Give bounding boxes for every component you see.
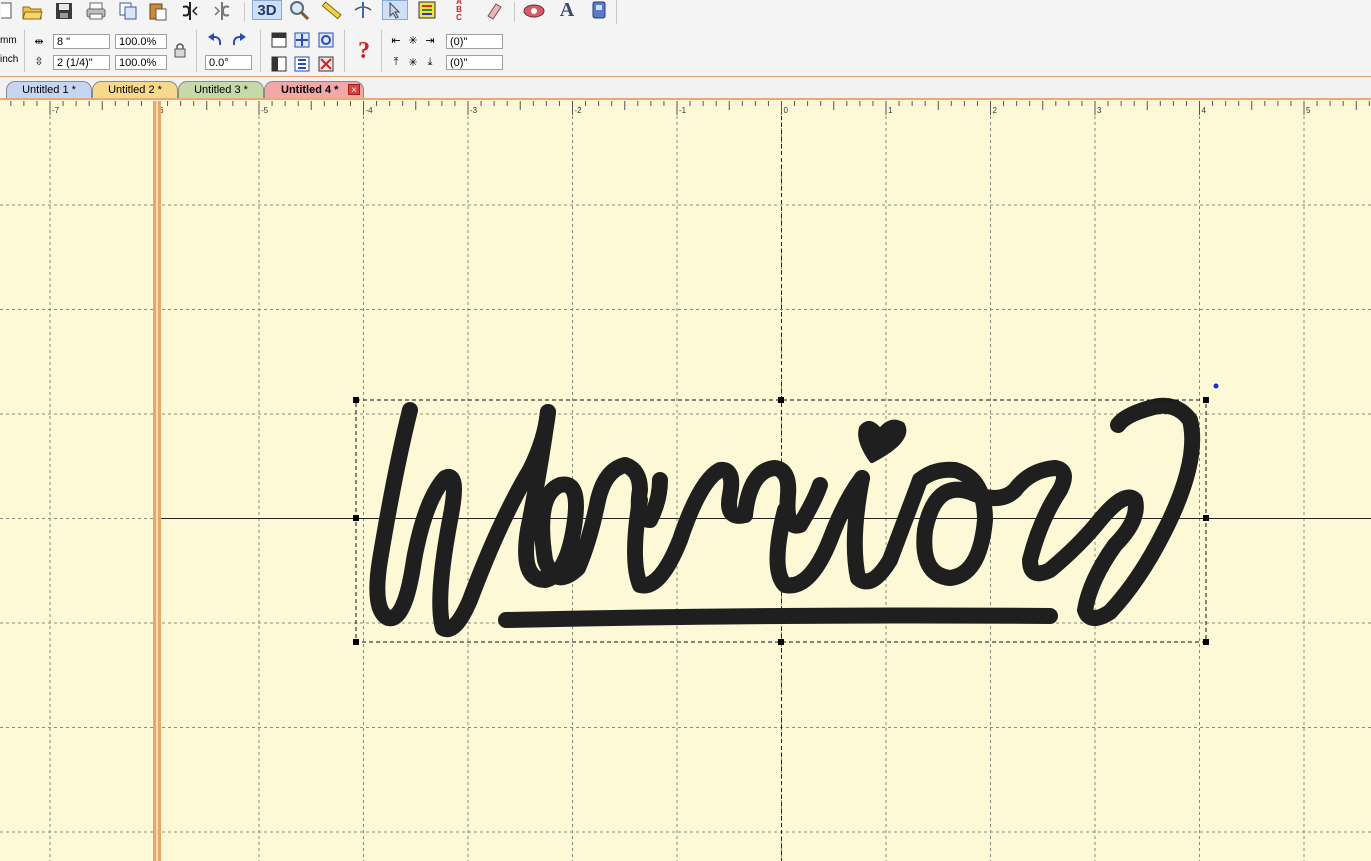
zoom-icon[interactable] (286, 0, 312, 20)
handle-bottom-left[interactable] (353, 639, 359, 645)
new-file-icon[interactable] (0, 0, 14, 20)
width-arrows-icon: ⇹ (34, 35, 44, 48)
rotate-handle[interactable] (1213, 383, 1219, 389)
align-top-edge-icon[interactable]: ⤒ (388, 54, 404, 70)
tab-untitled-4-label: Untitled 4 * (281, 84, 339, 96)
ruler-label: 3 (1097, 106, 1102, 115)
copy-icon[interactable] (116, 0, 140, 22)
abc-spell-icon[interactable]: ABC (446, 0, 472, 22)
ruler-label: -3 (470, 106, 478, 115)
help-label: ? (358, 38, 370, 64)
width-percent-field[interactable]: 100.0% (115, 34, 167, 49)
list-align-icon[interactable] (292, 54, 312, 74)
help-button[interactable]: ? (352, 30, 376, 72)
align-right-edge-icon[interactable]: ⇥ (422, 32, 438, 48)
properties-toolbar: mm inch ⇹ ⇳ 8 " 2 (1/4)" 100.0% 100.0% 0… (0, 26, 1371, 77)
rotate-right-icon[interactable] (228, 30, 250, 50)
handle-top-right[interactable] (1203, 397, 1209, 403)
align-top-icon[interactable] (269, 30, 289, 50)
tab-close-button[interactable]: × (348, 84, 360, 96)
fit-to-hoop-icon[interactable] (316, 30, 336, 50)
view-3d-label: 3D (257, 1, 277, 19)
design-canvas[interactable]: -7-6-5-4-3-2-1012345 (0, 100, 1371, 861)
width-field[interactable]: 8 " (53, 34, 110, 49)
align-v-center-icon[interactable]: ✳ (405, 54, 421, 70)
text-tool-icon[interactable]: A (554, 0, 580, 21)
view-3d-button[interactable]: 3D (252, 0, 282, 20)
handle-top-left[interactable] (353, 397, 359, 403)
align-left-icon[interactable] (269, 54, 289, 74)
handle-bottom-center[interactable] (778, 639, 784, 645)
ruler-label: -4 (366, 106, 374, 115)
cut-icon[interactable] (316, 54, 336, 74)
handle-middle-left[interactable] (353, 515, 359, 521)
height-arrows-icon: ⇳ (34, 55, 44, 68)
align-h-center-icon[interactable]: ✳ (405, 32, 421, 48)
ruler-label: -7 (52, 106, 60, 115)
align-left-edge-icon[interactable]: ⇤ (388, 32, 404, 48)
center-icon[interactable] (292, 30, 312, 50)
handle-middle-right[interactable] (1203, 515, 1209, 521)
ruler-label: 4 (1202, 106, 1207, 115)
lock-ratio-icon[interactable] (172, 41, 188, 59)
needle-icon[interactable] (350, 0, 376, 20)
rotate-left-icon[interactable] (204, 30, 226, 50)
open-folder-icon[interactable] (20, 0, 44, 22)
ruler-label: -5 (261, 106, 269, 115)
ruler-label: 0 (784, 106, 789, 115)
measure-icon[interactable] (318, 0, 344, 20)
machine-icon[interactable] (520, 0, 548, 20)
paste-icon[interactable] (146, 0, 170, 22)
offset-x-field[interactable]: (0)" (446, 34, 503, 49)
tab-untitled-1[interactable]: Untitled 1 * (6, 81, 92, 98)
eraser-icon[interactable] (480, 0, 506, 20)
ruler-label: 5 (1306, 106, 1311, 115)
mirror-vertical-icon[interactable] (210, 0, 234, 22)
print-icon[interactable] (84, 0, 108, 22)
ruler-label: -2 (575, 106, 583, 115)
tab-untitled-3[interactable]: Untitled 3 * (178, 81, 264, 98)
ruler-label: 2 (993, 106, 998, 115)
rotation-field[interactable]: 0.0° (205, 55, 252, 70)
main-toolbar: 3D ABC A (0, 0, 1371, 27)
handle-top-center[interactable] (778, 397, 784, 403)
mirror-horizontal-icon[interactable] (178, 0, 202, 22)
color-chart-icon[interactable] (414, 0, 440, 20)
unit-inch-option[interactable]: inch (0, 54, 18, 65)
transfer-icon[interactable] (586, 0, 612, 20)
text-tool-label: A (559, 0, 575, 21)
handle-bottom-right[interactable] (1203, 639, 1209, 645)
save-icon[interactable] (52, 0, 76, 22)
height-field[interactable]: 2 (1/4)" (53, 55, 110, 70)
ruler-label: -1 (679, 106, 687, 115)
tab-untitled-2[interactable]: Untitled 2 * (92, 81, 178, 98)
select-pointer-icon[interactable] (382, 0, 408, 20)
align-bottom-edge-icon[interactable]: ⤓ (422, 54, 438, 70)
offset-y-field[interactable]: (0)" (446, 55, 503, 70)
ruler-label: 1 (888, 106, 893, 115)
height-percent-field[interactable]: 100.0% (115, 55, 167, 70)
unit-mm-option[interactable]: mm (0, 35, 17, 46)
